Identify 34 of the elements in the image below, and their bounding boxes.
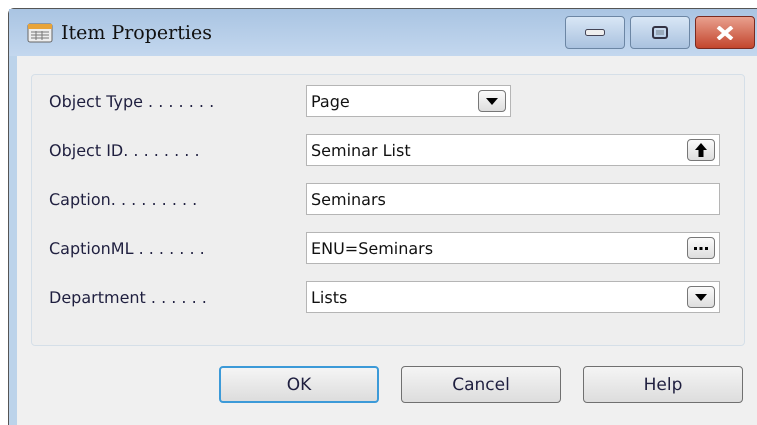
maximize-icon	[652, 26, 668, 39]
maximize-button[interactable]	[630, 16, 690, 49]
lookup-button[interactable]	[687, 139, 715, 161]
ok-button[interactable]: OK	[219, 366, 379, 403]
assist-field[interactable]: ENU=Seminars	[306, 232, 720, 264]
cancel-button[interactable]: Cancel	[401, 366, 561, 403]
ellipsis-icon	[694, 246, 708, 250]
field-value: Seminar List	[311, 140, 412, 160]
minimize-button[interactable]	[565, 16, 625, 49]
dropdown-button[interactable]	[687, 286, 715, 308]
field-label: CaptionML . . . . . . .	[49, 238, 206, 258]
up-arrow-icon	[695, 143, 707, 157]
dropdown-button[interactable]	[478, 90, 506, 112]
field-label: Object ID. . . . . . . .	[49, 140, 201, 160]
lookup-field[interactable]: Seminar List	[306, 134, 720, 166]
field-value: Page	[311, 92, 351, 110]
dropdown-field[interactable]: Lists	[306, 281, 720, 313]
caret-icon	[486, 98, 498, 104]
field-value: Seminars	[311, 190, 387, 208]
close-icon	[716, 26, 734, 40]
window-title: Item Properties	[61, 22, 213, 44]
caret-icon	[695, 294, 707, 300]
field-label: Department . . . . . .	[49, 288, 208, 306]
assist-button[interactable]	[687, 237, 715, 259]
minimize-icon	[585, 29, 605, 36]
field-label: Object Type . . . . . . .	[49, 92, 216, 110]
table-icon	[27, 22, 53, 42]
field-value: ENU=Seminars	[311, 238, 434, 258]
help-button[interactable]: Help	[583, 366, 743, 403]
field-label: Caption. . . . . . . . .	[49, 190, 198, 208]
close-button[interactable]	[695, 16, 755, 49]
text-field[interactable]: Seminars	[306, 183, 720, 215]
field-value: Lists	[311, 288, 348, 306]
dropdown-field[interactable]: Page	[306, 85, 511, 117]
